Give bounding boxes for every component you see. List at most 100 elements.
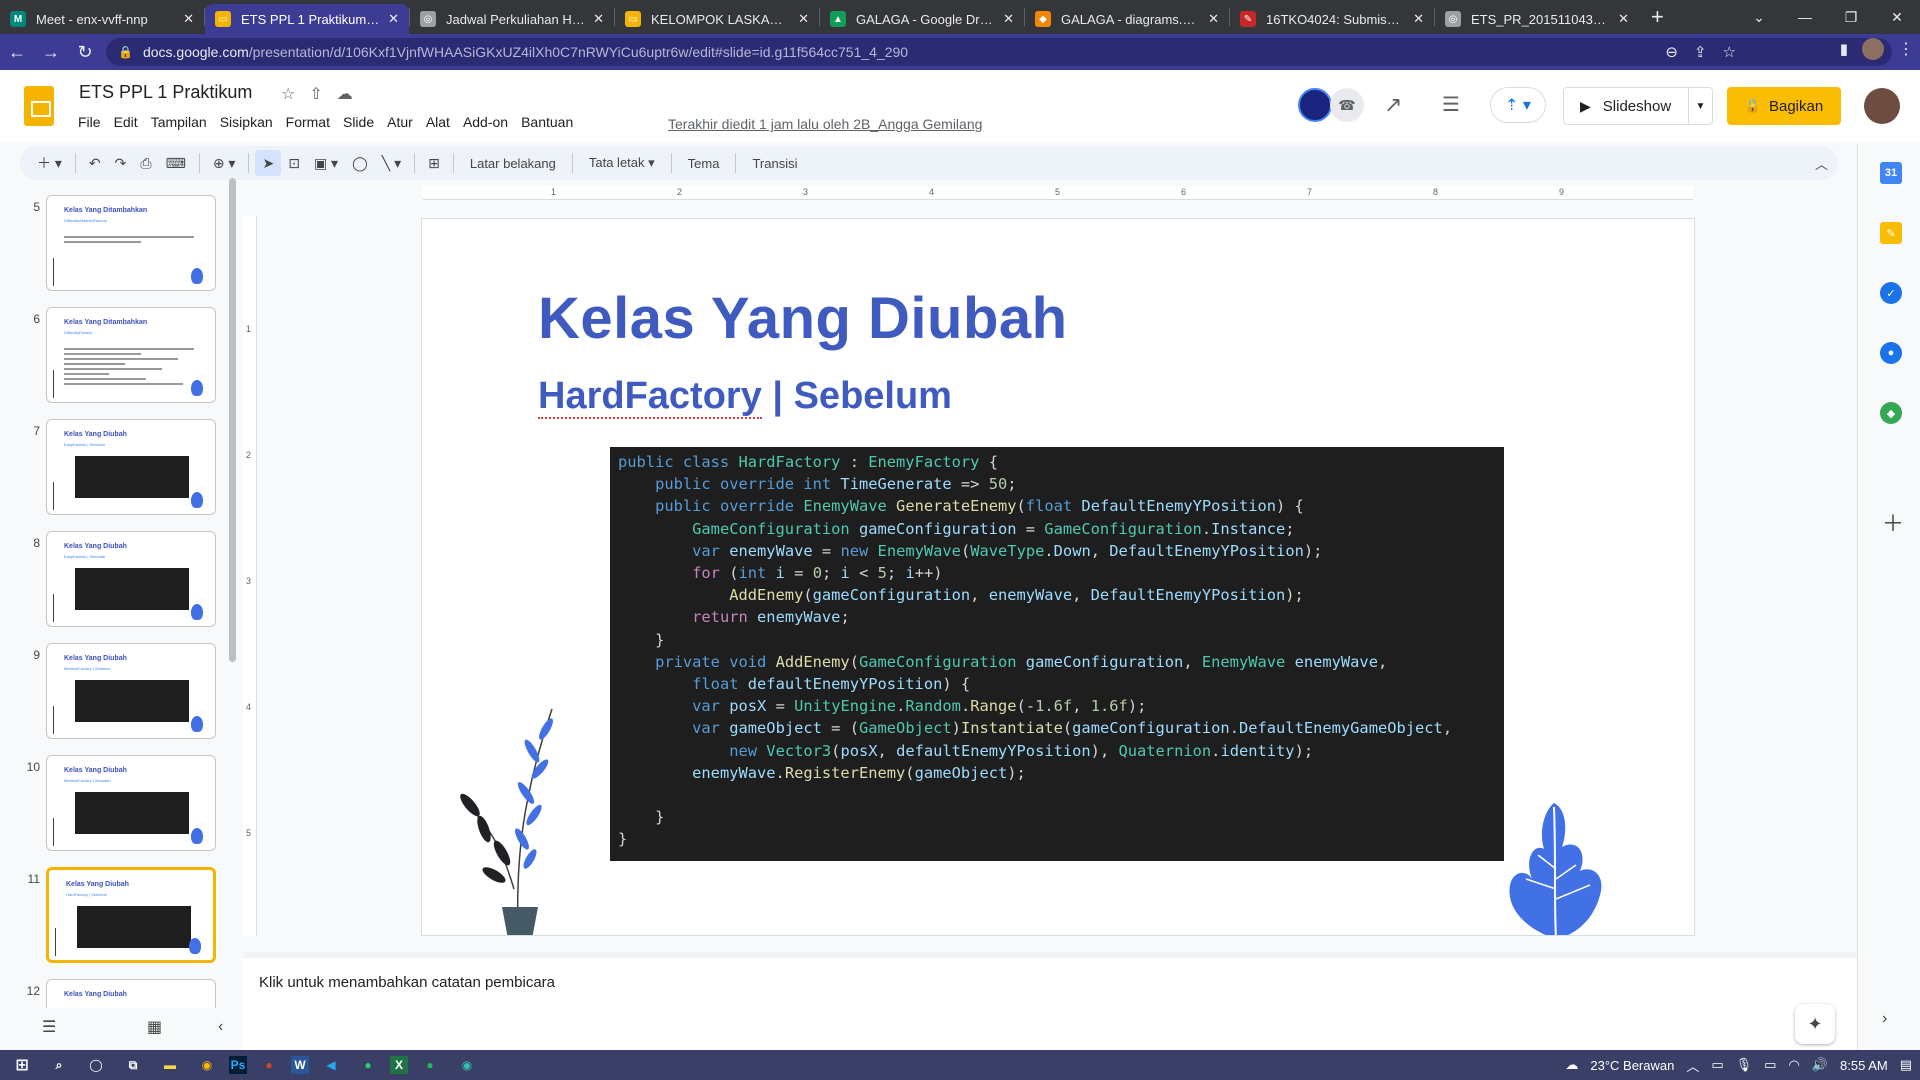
undo-icon[interactable]: ↶ [82, 150, 108, 176]
tasks-icon[interactable]: ✓ [1880, 282, 1902, 304]
slideshow-dropdown-icon[interactable]: ▼ [1688, 88, 1712, 124]
document-title[interactable]: ETS PPL 1 Praktikum [79, 82, 252, 103]
forward-icon[interactable]: → [34, 42, 68, 63]
meet-call-icon[interactable]: ☎ [1330, 88, 1364, 122]
file-explorer-icon[interactable]: ▬ [155, 1054, 185, 1076]
zoom-icon[interactable]: ⊕ ▾ [206, 150, 243, 176]
slide-thumbnail[interactable]: Kelas Yang Ditambahkan DifficultyAbstract… [46, 195, 216, 291]
browser-tab[interactable]: ◎ ETS_PR_201511043_Ikram ✕ [1435, 4, 1639, 34]
star-icon[interactable]: ☆ [281, 84, 295, 104]
zoom-icon[interactable]: ⊖ [1665, 43, 1678, 61]
speaker-notes[interactable]: Klik untuk menambahkan catatan pembicara… [243, 958, 1857, 1050]
layout-button[interactable]: Tata letak ▾ [579, 155, 665, 171]
present-to-meeting-button[interactable]: ⇡ ▾ [1490, 87, 1546, 123]
tab-close-icon[interactable]: ✕ [593, 11, 604, 27]
comments-icon[interactable]: ☰ [1442, 92, 1460, 117]
filmstrip-view-icon[interactable]: ☰ [42, 1017, 56, 1037]
tab-close-icon[interactable]: ✕ [1413, 11, 1424, 27]
browser-tab[interactable]: ◎ Jadwal Perkuliahan Hari Ini ✕ [410, 4, 614, 34]
user-avatar[interactable] [1864, 88, 1900, 124]
menu-item[interactable]: Add-on [463, 114, 515, 130]
tab-close-icon[interactable]: ✕ [1003, 11, 1014, 27]
weather-icon[interactable]: ☁ [1565, 1057, 1578, 1073]
menu-item[interactable]: File [78, 114, 108, 130]
browser-tab[interactable]: M Meet - enx-vvff-nnp ✕ [0, 4, 204, 34]
close-window-icon[interactable]: ✕ [1874, 0, 1920, 34]
tray-expand-icon[interactable]: ︿ [1686, 1056, 1699, 1075]
menu-item[interactable]: Atur [387, 114, 420, 130]
browser-profile-avatar[interactable] [1862, 38, 1884, 60]
paint-format-icon[interactable]: ⌨ [159, 150, 193, 176]
share-button[interactable]: 🔒 Bagikan [1727, 87, 1841, 125]
network-icon[interactable]: ▭ [1711, 1057, 1723, 1073]
redo-icon[interactable]: ↷ [108, 150, 134, 176]
powerpoint-icon[interactable]: ● [254, 1054, 284, 1076]
wifi-icon[interactable]: ◠ [1788, 1057, 1799, 1073]
calendar-icon[interactable]: 31 [1880, 162, 1902, 184]
slide-thumbnail[interactable]: Kelas Yang Diubah HardFactory | Sebelum [46, 867, 216, 963]
windows-start-icon[interactable]: ⊞ [7, 1054, 37, 1076]
slide-thumbnail-row[interactable]: 11 Kelas Yang Diubah HardFactory | Sebelum [0, 848, 243, 963]
vertical-ruler[interactable]: 1 2 3 4 5 [243, 216, 257, 936]
photoshop-icon[interactable]: Ps [229, 1056, 247, 1074]
slide-thumbnail[interactable]: Kelas Yang Diubah EasyFactory | Sesudah [46, 531, 216, 627]
battery-icon[interactable]: ▭ [1764, 1057, 1776, 1073]
slide-thumbnail-row[interactable]: 9 Kelas Yang Diubah MediumFactory | Sebelu… [0, 624, 243, 739]
cortana-icon[interactable]: ◯ [81, 1054, 111, 1076]
browser-tab[interactable]: ◆ GALAGA - diagrams.net ✕ [1025, 4, 1229, 34]
weather-text[interactable]: 23°C Berawan [1590, 1058, 1674, 1073]
tab-close-icon[interactable]: ✕ [1208, 11, 1219, 27]
menu-item[interactable]: Slide [343, 114, 381, 130]
url-field[interactable]: 🔒 docs.google.com/presentation/d/106Kxf1… [106, 38, 1892, 66]
task-view-icon[interactable]: ⧉ [118, 1054, 148, 1076]
theme-button[interactable]: Tema [678, 156, 730, 171]
share-page-icon[interactable]: ⇪ [1694, 43, 1707, 61]
collapse-panel-icon[interactable]: ‹ [218, 1018, 223, 1036]
slide-thumbnail[interactable]: Kelas Yang Diubah MediumFactory | Sesudah [46, 755, 216, 851]
contacts-icon[interactable]: ● [1880, 342, 1902, 364]
new-tab-button[interactable]: + [1639, 4, 1676, 30]
menu-item[interactable]: Tampilan [151, 114, 214, 130]
restore-icon[interactable]: ❐ [1828, 0, 1874, 34]
get-addons-icon[interactable]: ＋ [1882, 506, 1904, 538]
grid-view-icon[interactable]: ▦ [147, 1017, 162, 1037]
tab-close-icon[interactable]: ✕ [388, 11, 399, 27]
code-screenshot[interactable]: public class HardFactory : EnemyFactory … [610, 447, 1504, 861]
move-to-drive-icon[interactable]: ⇧ [309, 84, 322, 104]
tab-close-icon[interactable]: ✕ [798, 11, 809, 27]
explore-icon[interactable]: ✦ [1795, 1004, 1835, 1044]
notification-icon[interactable]: ▤ [1900, 1057, 1912, 1073]
slide-thumbnail[interactable]: Kelas Yang Diubah [46, 979, 216, 1008]
browser-tab[interactable]: ▭ KELOMPOK LASKAR CIWA ✕ [615, 4, 819, 34]
menu-item[interactable]: Format [286, 114, 337, 130]
tab-close-icon[interactable]: ✕ [183, 11, 194, 27]
last-edit-link[interactable]: Terakhir diedit 1 jam lalu oleh 2B_Angga… [668, 116, 982, 132]
shape-icon[interactable]: ◯ [345, 150, 375, 176]
comment-add-icon[interactable]: ⊞ [421, 150, 447, 176]
slide-thumbnail-row[interactable]: 6 Kelas Yang Ditambahkan DifficultyFactory [0, 288, 243, 403]
menu-item[interactable]: Bantuan [521, 114, 580, 130]
background-button[interactable]: Latar belakang [460, 156, 566, 171]
speaker-notes-placeholder[interactable]: Klik untuk menambahkan catatan pembicara [259, 974, 555, 991]
horizontal-ruler[interactable]: 1 2 3 4 5 6 7 8 9 [423, 186, 1693, 200]
edge-icon[interactable]: ◉ [452, 1054, 482, 1076]
slides-logo-icon[interactable] [24, 86, 54, 126]
slide-thumbnail-row[interactable]: 10 Kelas Yang Diubah MediumFactory | Sesud… [0, 736, 243, 851]
spotify-icon[interactable]: ● [415, 1054, 445, 1076]
slide-thumbnail-row[interactable]: 5 Kelas Yang Ditambahkan DifficultyAbstrac… [0, 184, 243, 291]
browser-tab[interactable]: ▭ ETS PPL 1 Praktikum - Goo ✕ [205, 4, 409, 34]
clock-text[interactable]: 8:55 AM [1840, 1058, 1888, 1073]
slide-thumbnail-row[interactable]: 12 Kelas Yang Diubah [0, 960, 243, 1008]
slide-thumbnail-row[interactable]: 7 Kelas Yang Diubah EasyFactory | Sebelum [0, 400, 243, 515]
slide-thumbnail[interactable]: Kelas Yang Diubah EasyFactory | Sebelum [46, 419, 216, 515]
search-icon[interactable]: ⌕ [44, 1054, 74, 1076]
activity-trend-icon[interactable]: ↗ [1384, 92, 1402, 118]
browser-tab[interactable]: ✎ 16TKO4024: Submission E ✕ [1230, 4, 1434, 34]
word-icon[interactable]: W [291, 1056, 309, 1074]
vscode-icon[interactable]: ◀ [316, 1054, 346, 1076]
transition-button[interactable]: Transisi [742, 156, 807, 171]
microphone-icon[interactable]: 🎙 [1736, 1057, 1753, 1073]
menu-item[interactable]: Sisipkan [220, 114, 280, 130]
back-icon[interactable]: ← [0, 42, 34, 63]
chrome-icon[interactable]: ◉ [192, 1054, 222, 1076]
